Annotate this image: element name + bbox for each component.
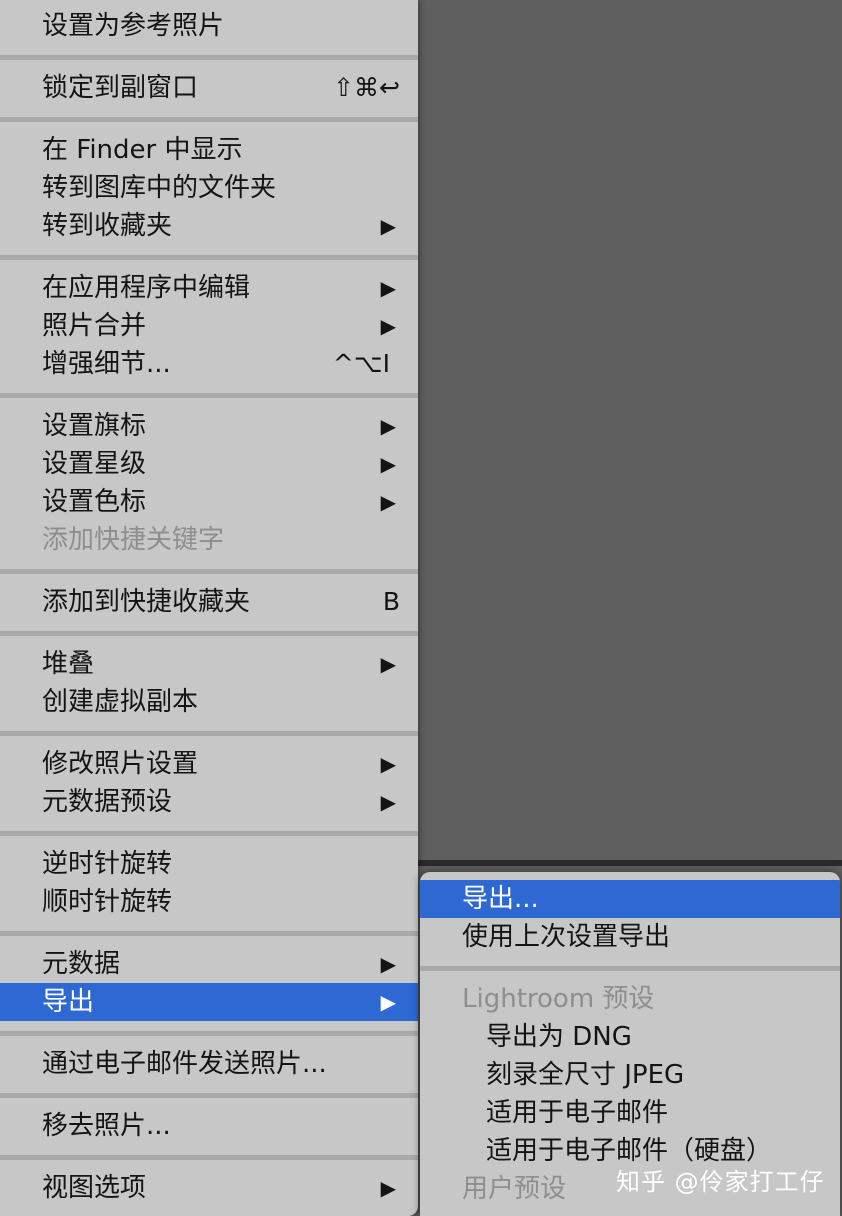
menu-section-header: 用户预设	[462, 1174, 567, 1204]
shortcut-shift-cmd-return: ⇧⌘↩	[333, 73, 400, 102]
menu-separator	[0, 931, 418, 936]
menu-item-export[interactable]: 导出 ▶	[0, 983, 418, 1021]
menu-item-label: 转到收藏夹	[42, 211, 173, 241]
menu-item-label: 顺时针旋转	[42, 887, 173, 917]
menu-item-label: 添加到快捷收藏夹	[42, 587, 251, 617]
shortcut-ctrl-opt-i: ^⌥I	[332, 349, 390, 378]
menu-separator	[0, 831, 418, 836]
menu-item-label: 创建虚拟副本	[42, 687, 199, 717]
menu-separator	[0, 255, 418, 260]
submenu-item-export-with-previous[interactable]: 使用上次设置导出	[420, 918, 840, 956]
menu-item-show-in-finder[interactable]: 在 Finder 中显示	[0, 131, 418, 169]
menu-item-rotate-right[interactable]: 顺时针旋转	[0, 883, 418, 921]
menu-item-label: 移去照片...	[42, 1111, 171, 1141]
menu-item-label: 设置星级	[42, 449, 147, 479]
menu-separator	[0, 393, 418, 398]
menu-separator	[420, 966, 840, 971]
menu-item-edit-in-app[interactable]: 在应用程序中编辑 ▶	[0, 269, 418, 307]
submenu-item-export-dng[interactable]: 导出为 DNG	[420, 1018, 840, 1056]
menu-separator	[0, 631, 418, 636]
menu-item-set-reference-photo[interactable]: 设置为参考照片	[0, 7, 418, 45]
submenu-arrow-icon: ▶	[380, 314, 396, 338]
menu-separator	[0, 55, 418, 60]
submenu-item-for-email[interactable]: 适用于电子邮件	[420, 1094, 840, 1132]
menu-item-add-to-quick-collection[interactable]: 添加到快捷收藏夹 B	[0, 583, 418, 621]
submenu-arrow-icon: ▶	[380, 490, 396, 514]
menu-item-label: 元数据预设	[42, 787, 173, 817]
menu-separator	[0, 1155, 418, 1160]
submenu-arrow-icon: ▶	[380, 414, 396, 438]
menu-separator	[0, 117, 418, 122]
menu-item-label: 设置色标	[42, 487, 147, 517]
menu-item-label: 通过电子邮件发送照片...	[42, 1049, 327, 1079]
shortcut-b: B	[382, 587, 400, 616]
submenu-arrow-icon: ▶	[380, 990, 396, 1014]
menu-item-label: 使用上次设置导出	[462, 922, 671, 952]
menu-item-develop-settings[interactable]: 修改照片设置 ▶	[0, 745, 418, 783]
menu-item-go-to-folder[interactable]: 转到图库中的文件夹	[0, 169, 418, 207]
menu-item-label: 刻录全尺寸 JPEG	[486, 1060, 685, 1090]
menu-item-remove-photo[interactable]: 移去照片...	[0, 1107, 418, 1145]
menu-item-create-virtual-copy[interactable]: 创建虚拟副本	[0, 683, 418, 721]
menu-item-label: 设置为参考照片	[42, 11, 225, 41]
watermark: 知乎 @伶家打工仔	[616, 1168, 825, 1196]
menu-item-label: 增强细节...	[42, 349, 171, 379]
submenu-arrow-icon: ▶	[380, 952, 396, 976]
menu-item-metadata[interactable]: 元数据 ▶	[0, 945, 418, 983]
menu-item-set-color-label[interactable]: 设置色标 ▶	[0, 483, 418, 521]
submenu-arrow-icon: ▶	[380, 276, 396, 300]
menu-item-label: 在 Finder 中显示	[42, 135, 243, 165]
menu-item-label: 设置旗标	[42, 411, 147, 441]
menu-item-go-to-collection[interactable]: 转到收藏夹 ▶	[0, 207, 418, 245]
menu-item-label: 适用于电子邮件	[486, 1098, 669, 1128]
menu-item-label: 添加快捷关键字	[42, 525, 225, 555]
menu-item-email-photo[interactable]: 通过电子邮件发送照片...	[0, 1045, 418, 1083]
menu-item-label: 导出为 DNG	[486, 1022, 632, 1052]
menu-separator	[0, 1093, 418, 1098]
submenu-arrow-icon: ▶	[380, 452, 396, 476]
menu-item-label: 导出	[42, 987, 95, 1017]
submenu-item-burn-jpeg[interactable]: 刻录全尺寸 JPEG	[420, 1056, 840, 1094]
menu-item-lock-secondary-window[interactable]: 锁定到副窗口 ⇧⌘↩	[0, 69, 418, 107]
menu-item-add-shortcut-keyword: 添加快捷关键字	[0, 521, 418, 559]
menu-item-label: 照片合并	[42, 311, 147, 341]
menu-item-label: 导出...	[462, 884, 539, 914]
menu-item-set-rating[interactable]: 设置星级 ▶	[0, 445, 418, 483]
menu-separator	[0, 569, 418, 574]
submenu-arrow-icon: ▶	[380, 1176, 396, 1200]
menu-item-photo-merge[interactable]: 照片合并 ▶	[0, 307, 418, 345]
menu-section-header: Lightroom 预设	[462, 984, 655, 1014]
submenu-item-export[interactable]: 导出...	[420, 880, 840, 918]
submenu-arrow-icon: ▶	[380, 790, 396, 814]
menu-item-label: 锁定到副窗口	[42, 73, 199, 103]
submenu-arrow-icon: ▶	[380, 652, 396, 676]
context-menu: 设置为参考照片 锁定到副窗口 ⇧⌘↩ 在 Finder 中显示 转到图库中的文件…	[0, 0, 418, 1216]
submenu-arrow-icon: ▶	[380, 752, 396, 776]
menu-item-view-options[interactable]: 视图选项 ▶	[0, 1169, 418, 1207]
menu-item-label: 元数据	[42, 949, 121, 979]
submenu-arrow-icon: ▶	[380, 214, 396, 238]
filmstrip-edge	[418, 860, 842, 866]
menu-item-label: 在应用程序中编辑	[42, 273, 251, 303]
menu-separator	[0, 731, 418, 736]
menu-item-rotate-left[interactable]: 逆时针旋转	[0, 845, 418, 883]
menu-item-label: 修改照片设置	[42, 749, 199, 779]
menu-item-label: 堆叠	[42, 649, 95, 679]
menu-item-label: 转到图库中的文件夹	[42, 173, 277, 203]
menu-item-stacking[interactable]: 堆叠 ▶	[0, 645, 418, 683]
menu-item-set-flag[interactable]: 设置旗标 ▶	[0, 407, 418, 445]
menu-item-enhance-details[interactable]: 增强细节... ^⌥I	[0, 345, 418, 383]
menu-item-label: 逆时针旋转	[42, 849, 173, 879]
menu-item-metadata-presets[interactable]: 元数据预设 ▶	[0, 783, 418, 821]
menu-item-label: 视图选项	[42, 1173, 147, 1203]
menu-separator	[0, 1031, 418, 1036]
submenu-header-lightroom-presets: Lightroom 预设	[420, 980, 840, 1018]
